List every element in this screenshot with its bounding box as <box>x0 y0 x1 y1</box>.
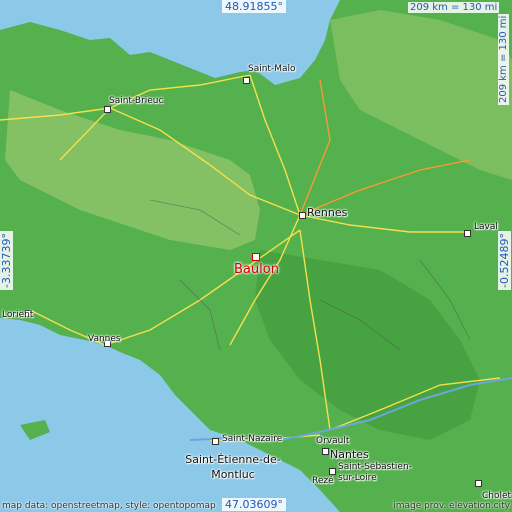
city-label-saint-sebastien-sur-loire: Saint-Sébastien-sur-Loire <box>338 462 412 483</box>
city-label-nantes: Nantes <box>330 448 369 461</box>
city-marker <box>322 448 329 455</box>
city-label-saint-malo: Saint-Malo <box>248 64 296 74</box>
city-label-saint-nazaire: Saint-Nazaire <box>222 434 283 444</box>
city-marker <box>464 230 471 237</box>
place-label[interactable]: Baulon <box>234 262 279 277</box>
right-longitude: -0.52489° <box>498 231 511 290</box>
city-label-saint-etienne-de-montluc: Saint-Étienne-de-Montluc <box>185 453 281 481</box>
place-marker[interactable] <box>252 253 260 261</box>
city-label-reze: Rezé <box>312 476 334 486</box>
city-label-orvault: Orvault <box>316 436 350 446</box>
city-marker <box>104 106 111 113</box>
map-attribution: map data: openstreetmap, style: opentopo… <box>2 501 216 511</box>
map-view[interactable]: Saint-Malo Saint-Brieuc Rennes Laval Lor… <box>0 0 512 512</box>
top-latitude: 48.91855° <box>222 0 286 13</box>
city-marker <box>329 468 336 475</box>
image-credit: image prov. elevation.city <box>393 501 510 511</box>
city-label-cholet: Cholet <box>482 491 512 501</box>
city-marker <box>212 438 219 445</box>
city-label-laval: Laval <box>474 222 498 232</box>
bottom-latitude: 47.03609° <box>222 498 286 511</box>
city-label-saint-brieuc: Saint-Brieuc <box>109 96 164 106</box>
vertical-scale: 209 km = 130 mi <box>498 13 509 105</box>
city-marker <box>299 212 306 219</box>
city-label-rennes: Rennes <box>307 206 348 219</box>
horizontal-scale: 209 km = 130 mi <box>408 2 500 13</box>
city-marker <box>243 77 250 84</box>
city-marker <box>475 480 482 487</box>
city-label-lorient: Lorient <box>2 310 34 320</box>
city-label-vannes: Vannes <box>88 334 121 344</box>
left-longitude: -3.33739° <box>0 231 13 290</box>
